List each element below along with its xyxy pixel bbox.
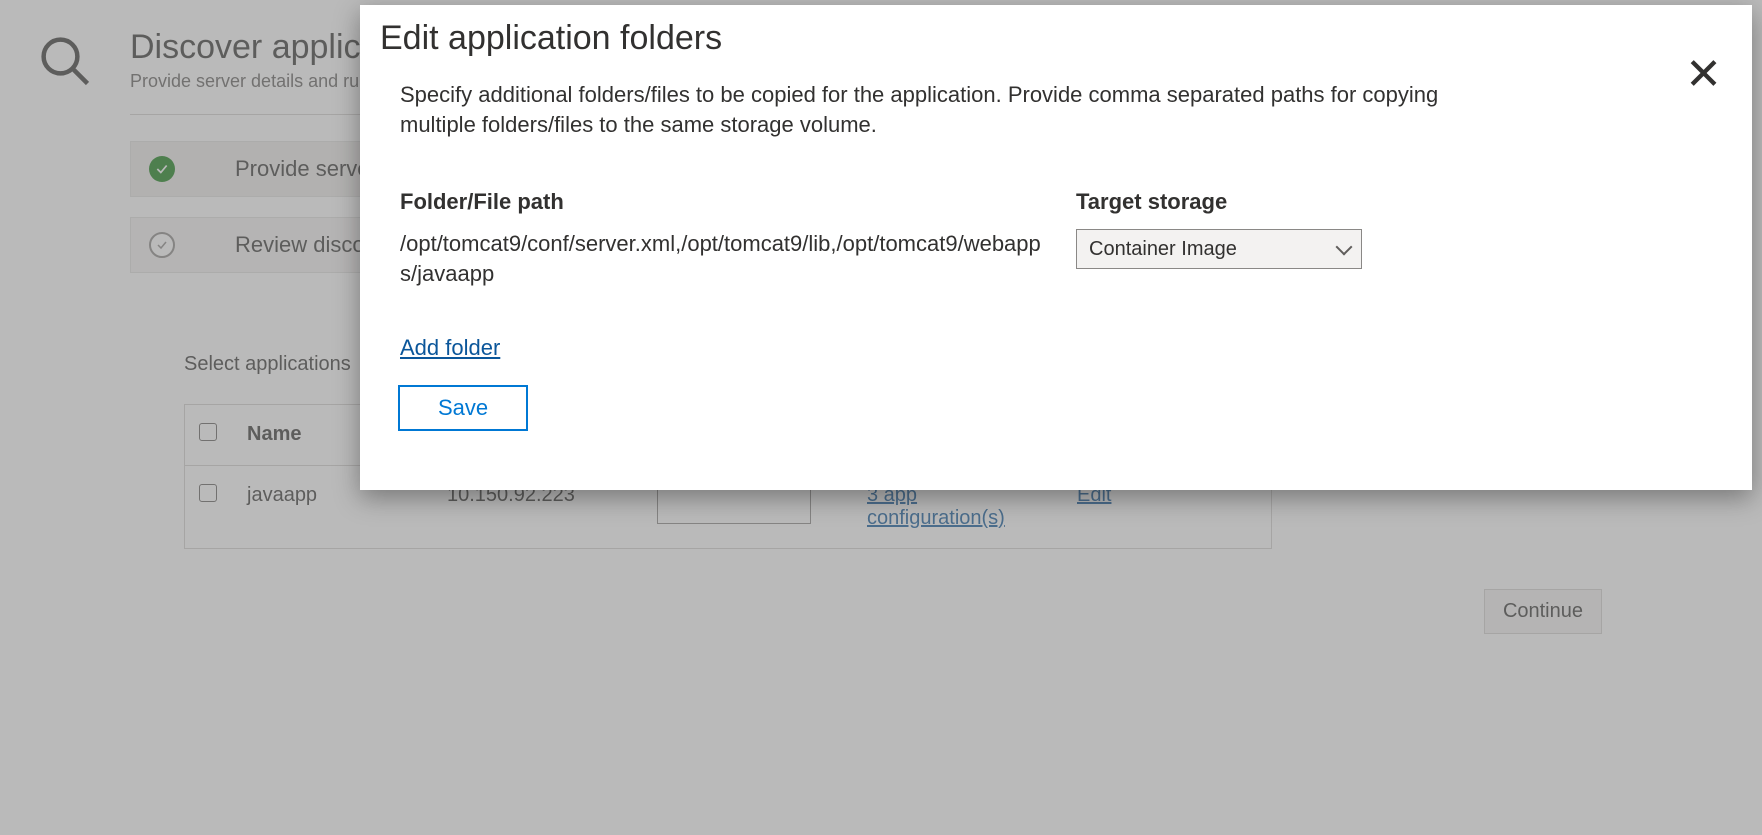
folder-path-label: Folder/File path [400,189,1056,215]
close-icon[interactable]: ✕ [1685,53,1722,97]
folder-path-value: /opt/tomcat9/conf/server.xml,/opt/tomcat… [400,229,1056,288]
modal-title: Edit application folders [380,19,1722,58]
target-storage-select[interactable]: Container Image [1076,229,1362,269]
add-folder-link[interactable]: Add folder [400,335,500,360]
target-storage-label: Target storage [1076,189,1396,215]
modal-description: Specify additional folders/files to be c… [400,80,1500,139]
folder-row: Folder/File path /opt/tomcat9/conf/serve… [400,189,1722,288]
edit-application-folders-dialog: Edit application folders ✕ Specify addit… [360,5,1752,490]
save-button[interactable]: Save [398,385,528,431]
